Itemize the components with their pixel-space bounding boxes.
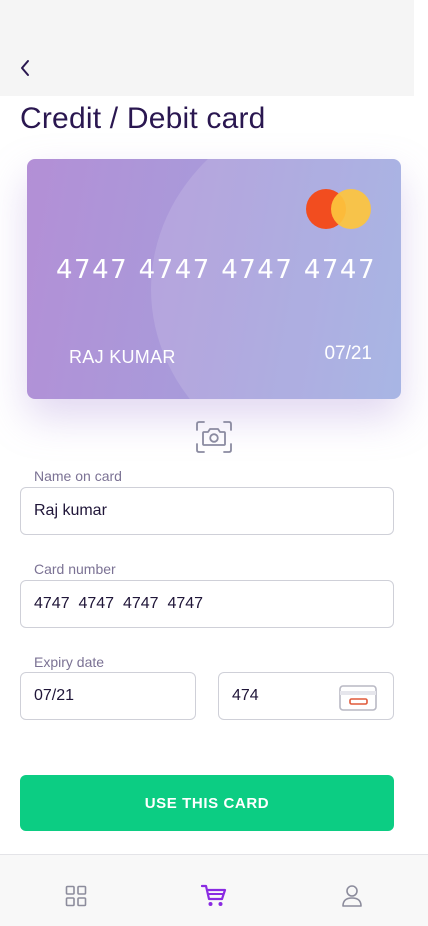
logo-circle-yellow bbox=[331, 189, 371, 229]
card-preview-number: 4747 4747 4747 4747 bbox=[56, 255, 376, 285]
cvv-input[interactable] bbox=[232, 687, 332, 705]
nav-item-dashboard[interactable] bbox=[63, 883, 89, 909]
card-number-group: 4747 bbox=[303, 255, 376, 285]
page-title: Credit / Debit card bbox=[20, 102, 266, 135]
card-back-icon bbox=[339, 685, 377, 711]
card-number-field[interactable] bbox=[20, 580, 394, 628]
cvv-field[interactable] bbox=[218, 672, 394, 720]
expiry-date-label: Expiry date bbox=[34, 654, 105, 670]
card-number-input[interactable] bbox=[34, 595, 393, 613]
back-button[interactable] bbox=[14, 56, 36, 80]
expiry-date-field[interactable] bbox=[20, 672, 196, 720]
card-preview: 4747 4747 4747 4747 RAJ KUMAR 07/21 bbox=[27, 159, 401, 399]
user-icon bbox=[342, 885, 362, 907]
nav-item-cart[interactable] bbox=[201, 883, 227, 909]
card-number-label: Card number bbox=[34, 561, 116, 577]
camera-icon bbox=[196, 421, 232, 453]
card-number-group: 4747 bbox=[221, 255, 294, 285]
name-on-card-field[interactable] bbox=[20, 487, 394, 535]
card-number-group: 4747 bbox=[138, 255, 211, 285]
cart-icon bbox=[201, 884, 227, 906]
card-preview-holder: RAJ KUMAR bbox=[69, 347, 176, 367]
bottom-nav bbox=[0, 854, 428, 926]
scan-card-button[interactable] bbox=[195, 420, 233, 454]
chevron-left-icon bbox=[21, 60, 29, 76]
use-this-card-button[interactable]: USE THIS CARD bbox=[20, 775, 394, 831]
nav-item-profile[interactable] bbox=[339, 883, 365, 909]
card-entry-screen: Credit / Debit card 4747 4747 4747 4747 … bbox=[0, 0, 428, 926]
name-on-card-label: Name on card bbox=[34, 468, 122, 484]
card-number-group: 4747 bbox=[56, 255, 129, 285]
expiry-date-input[interactable] bbox=[34, 687, 195, 705]
top-bar bbox=[0, 0, 414, 96]
name-on-card-input[interactable] bbox=[34, 502, 393, 520]
grid-icon bbox=[65, 885, 87, 907]
card-preview-expiry: 07/21 bbox=[324, 343, 372, 364]
mastercard-logo bbox=[306, 189, 372, 231]
